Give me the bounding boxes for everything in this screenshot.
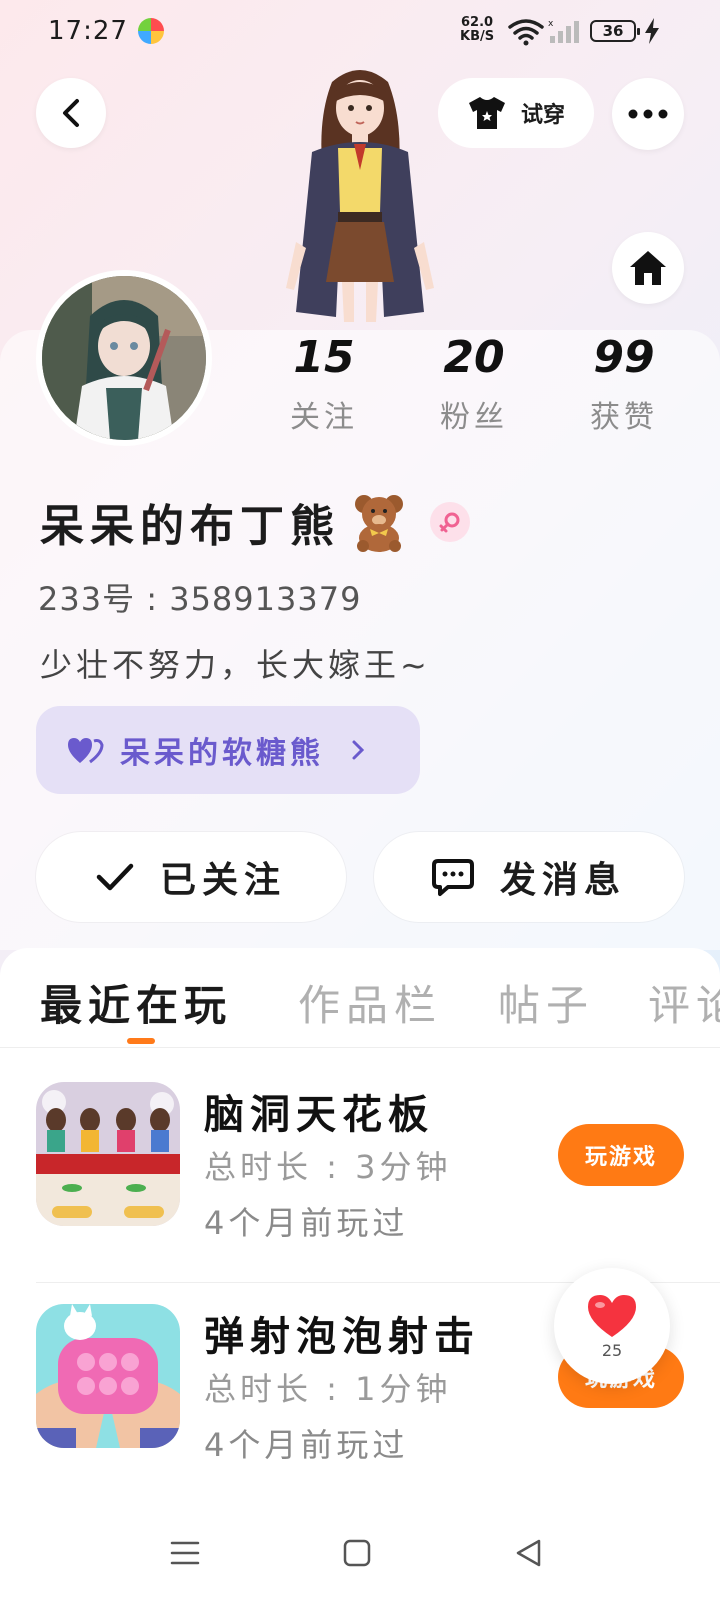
character-avatar-figure[interactable]	[272, 62, 450, 330]
game-last-played: 4个月前玩过	[204, 1426, 409, 1464]
menu-icon[interactable]	[170, 1538, 200, 1568]
female-gender-icon	[430, 502, 470, 542]
game-icon[interactable]	[36, 1304, 180, 1448]
stat-likes-label: 获赞	[590, 400, 658, 435]
chevron-right-icon	[352, 740, 365, 760]
username-row: 呆呆的布丁熊	[40, 490, 470, 554]
try-on-button[interactable]: 试穿	[438, 78, 594, 148]
stat-following-label: 关注	[290, 400, 358, 435]
tab-bar: 最近在玩 作品栏 帖子 评论	[0, 948, 720, 1048]
send-message-button[interactable]: 发消息	[374, 832, 684, 922]
tab-comments[interactable]: 评论	[648, 972, 720, 1033]
network-speed-value: 62.0	[461, 15, 494, 30]
profile-avatar[interactable]	[36, 270, 212, 446]
svg-text:x: x	[548, 19, 554, 29]
system-nav-bar	[0, 1508, 720, 1600]
stat-following-count: 15	[293, 332, 355, 383]
chat-bubble-icon	[431, 859, 474, 896]
chevron-left-icon	[63, 99, 79, 127]
game-duration: 总时长 : 3分钟	[204, 1148, 452, 1186]
avatar-image	[42, 276, 206, 440]
bubble-shooter-game-image	[36, 1304, 180, 1448]
home-button[interactable]	[612, 232, 684, 304]
play-game-button[interactable]: 玩游戏	[558, 1124, 684, 1186]
app-notification-icon	[138, 18, 164, 44]
battery-icon: 36	[590, 20, 640, 42]
stat-fans-count: 20	[443, 332, 505, 383]
stat-likes[interactable]: 99 获赞	[564, 330, 684, 436]
following-button[interactable]: 已关注	[36, 832, 346, 922]
tab-posts[interactable]: 帖子	[498, 972, 594, 1033]
game-title: 脑洞天花板	[204, 1092, 434, 1138]
double-heart-icon	[68, 738, 104, 764]
group-link[interactable]: 呆呆的软糖熊	[36, 706, 420, 794]
back-triangle-icon[interactable]	[514, 1538, 544, 1568]
home-icon	[630, 251, 666, 285]
game-icon[interactable]	[36, 1082, 180, 1226]
stat-fans[interactable]: 20 粉丝	[414, 330, 534, 436]
username: 呆呆的布丁熊	[40, 501, 340, 552]
signal-icon: x	[548, 19, 579, 43]
tab-active-indicator	[127, 1038, 155, 1044]
teddy-bear-icon	[355, 495, 403, 552]
game-title: 弹射泡泡射击	[204, 1314, 480, 1360]
home-square-icon[interactable]	[342, 1538, 372, 1568]
like-count: 25	[601, 1340, 623, 1360]
try-on-label: 试穿	[520, 103, 565, 128]
group-name: 呆呆的软糖熊	[120, 736, 324, 771]
check-icon	[96, 863, 134, 891]
game-row[interactable]: 脑洞天花板 总时长 : 3分钟 4个月前玩过 玩游戏	[36, 1082, 720, 1278]
stat-fans-label: 粉丝	[440, 400, 508, 435]
more-options-button[interactable]	[612, 78, 684, 150]
tab-recently-played[interactable]: 最近在玩	[40, 972, 232, 1033]
following-label: 已关注	[159, 860, 286, 901]
send-message-label: 发消息	[499, 860, 626, 901]
game-duration: 总时长 : 1分钟	[204, 1370, 452, 1408]
more-dots-icon	[628, 109, 668, 119]
status-bar: 17:27 62.0 KB/S x 36	[0, 0, 720, 64]
tshirt-icon	[468, 97, 505, 129]
wifi-icon	[508, 19, 544, 46]
game-last-played: 4个月前玩过	[204, 1204, 409, 1242]
user-id: 233号 : 358913379	[38, 580, 362, 618]
network-speed: 62.0 KB/S	[460, 16, 494, 44]
stat-likes-count: 99	[593, 332, 655, 383]
like-floating-button[interactable]: 25	[554, 1268, 670, 1384]
brain-hole-game-image	[36, 1082, 180, 1226]
user-bio: 少壮不努力，长大嫁王~	[40, 646, 431, 684]
stat-following[interactable]: 15 关注	[264, 330, 384, 436]
back-button[interactable]	[36, 78, 106, 148]
network-speed-unit: KB/S	[460, 29, 495, 44]
status-time: 17:27	[48, 16, 128, 46]
charging-icon	[645, 18, 659, 44]
heart-icon	[588, 1294, 636, 1337]
tab-works[interactable]: 作品栏	[298, 972, 442, 1033]
